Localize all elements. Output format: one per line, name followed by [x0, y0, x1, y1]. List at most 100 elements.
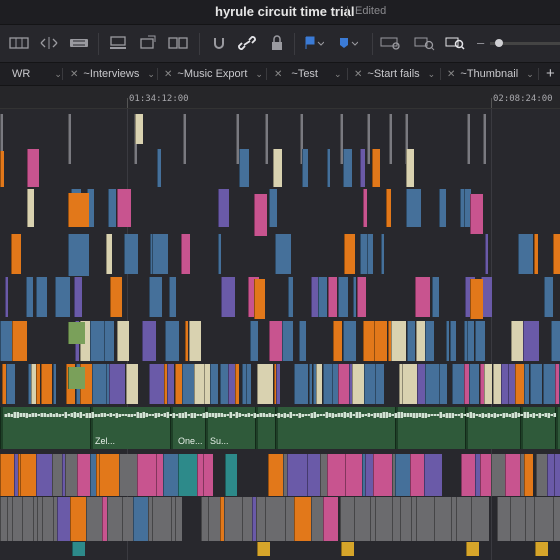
snapping-icon[interactable] [208, 34, 230, 52]
tab-wr[interactable]: WR ⌄ [12, 63, 62, 85]
timeline-clip[interactable] [343, 321, 356, 361]
timeline-clip[interactable] [181, 234, 190, 274]
timecode-ruler[interactable]: 01:34:12:00 02:08:24:00 [0, 86, 560, 109]
clip-edge[interactable] [483, 114, 486, 164]
timeline-clip[interactable] [65, 454, 77, 496]
overwrite-icon[interactable] [137, 34, 159, 52]
timeline-clip[interactable] [402, 364, 418, 404]
timeline-clip[interactable] [36, 454, 52, 496]
timeline-clip[interactable] [36, 277, 47, 317]
timeline-clip[interactable] [220, 364, 228, 404]
timeline-clip[interactable] [257, 364, 273, 404]
close-icon[interactable]: ✕ [164, 69, 172, 80]
timeline-clip[interactable] [265, 497, 285, 541]
timeline-clip[interactable] [374, 321, 387, 361]
timeline-clip[interactable] [493, 364, 501, 404]
edit-mode-icon[interactable] [8, 34, 30, 52]
timeline-clip[interactable] [104, 321, 114, 361]
chevron-down-icon[interactable]: ⌄ [526, 69, 534, 80]
clip-edge[interactable] [367, 114, 370, 164]
linked-selection-icon[interactable] [236, 34, 258, 52]
timeline-clip[interactable] [269, 189, 277, 227]
blade-icon[interactable] [68, 34, 90, 52]
timeline-clip[interactable] [178, 454, 197, 496]
zoom-detail-icon[interactable] [414, 34, 436, 52]
timeline-clip[interactable] [372, 149, 380, 187]
timeline-clip[interactable] [328, 277, 337, 317]
timeline-clip[interactable] [11, 234, 21, 274]
timeline-clip[interactable] [189, 321, 201, 361]
timeline-clip[interactable] [175, 497, 182, 541]
timeline-clip[interactable] [142, 321, 156, 361]
timeline-clip[interactable] [55, 277, 70, 317]
timeline-clip[interactable] [275, 234, 291, 274]
timeline-clip[interactable] [432, 277, 439, 317]
timeline-clip[interactable] [254, 194, 267, 236]
replace-icon[interactable] [167, 34, 189, 52]
timeline-clip[interactable] [524, 454, 533, 496]
timeline-clip[interactable] [357, 277, 366, 317]
timeline-clip[interactable] [416, 497, 434, 541]
clip-edge[interactable] [68, 114, 71, 164]
lock-icon[interactable] [266, 34, 288, 52]
timeline-clip[interactable] [221, 277, 235, 317]
close-icon[interactable]: ✕ [447, 69, 455, 80]
timeline-clip[interactable] [250, 321, 258, 361]
timeline-clip[interactable] [354, 497, 371, 541]
timeline-clip[interactable] [110, 277, 122, 317]
timeline-clip[interactable] [203, 454, 213, 496]
timeline-clip[interactable] [360, 149, 365, 187]
timeline-clip[interactable] [257, 542, 270, 556]
timeline-clip[interactable] [235, 364, 239, 404]
timeline-clip[interactable] [282, 321, 293, 361]
timeline-clip[interactable] [475, 321, 485, 361]
timeline-clip[interactable] [424, 454, 442, 496]
tab-music-export[interactable]: ✕ ~Music Export ⌄ [164, 63, 263, 85]
timeline-clip[interactable] [381, 234, 384, 274]
timeline-clip[interactable] [333, 321, 342, 361]
timeline-clip[interactable] [391, 321, 406, 361]
close-icon[interactable]: ✕ [274, 69, 282, 80]
zoom-fit-icon[interactable] [380, 34, 402, 52]
timeline-clip[interactable] [53, 364, 56, 404]
timeline-clip[interactable] [269, 321, 283, 361]
clip-edge[interactable] [265, 114, 268, 164]
timeline-clip[interactable] [57, 497, 70, 541]
timeline-clip[interactable] [165, 321, 179, 361]
tab-thumbnail[interactable]: ✕ ~Thumbnail ⌄ [447, 63, 534, 85]
timeline-clip[interactable] [470, 279, 483, 319]
timeline-clip[interactable] [518, 234, 533, 274]
timeline-clip[interactable] [363, 189, 367, 227]
chevron-down-icon[interactable]: ⌄ [334, 69, 342, 80]
timeline-clip[interactable] [524, 364, 529, 404]
clip-edge[interactable] [467, 114, 470, 164]
timeline-clip[interactable] [446, 321, 449, 361]
timeline-clip[interactable] [6, 364, 15, 404]
timeline-clip[interactable] [68, 234, 89, 276]
timeline-clip[interactable] [484, 364, 492, 404]
timeline-clip[interactable] [27, 149, 39, 187]
timeline-clip[interactable] [307, 454, 321, 496]
timeline-clip[interactable] [12, 321, 27, 361]
timeline-clip[interactable] [302, 149, 308, 187]
timeline-clip[interactable] [471, 497, 489, 541]
timeline-clip[interactable] [386, 189, 391, 227]
timeline-clip[interactable] [77, 454, 90, 496]
timeline-clip[interactable] [543, 364, 555, 404]
timeline-clip[interactable] [299, 321, 306, 361]
timeline-clip[interactable] [410, 454, 424, 496]
tab-interviews[interactable]: ✕ ~Interviews ⌄ [70, 63, 155, 85]
timeline-clip[interactable] [92, 364, 106, 404]
timeline-tracks[interactable]: Zel... One... Su... [0, 109, 560, 560]
timeline-clip[interactable] [208, 497, 220, 541]
timeline-clip[interactable] [90, 321, 105, 361]
timeline-clip[interactable] [363, 321, 374, 361]
timeline-clip[interactable] [470, 194, 483, 234]
timeline-clip[interactable] [480, 454, 491, 496]
timeline-clip[interactable] [469, 364, 479, 404]
timeline-clip[interactable] [218, 234, 221, 274]
timeline-clip[interactable] [523, 321, 539, 361]
flag-icon[interactable] [302, 34, 324, 52]
timeline-clip[interactable] [228, 364, 235, 404]
timeline-clip[interactable] [273, 149, 282, 187]
